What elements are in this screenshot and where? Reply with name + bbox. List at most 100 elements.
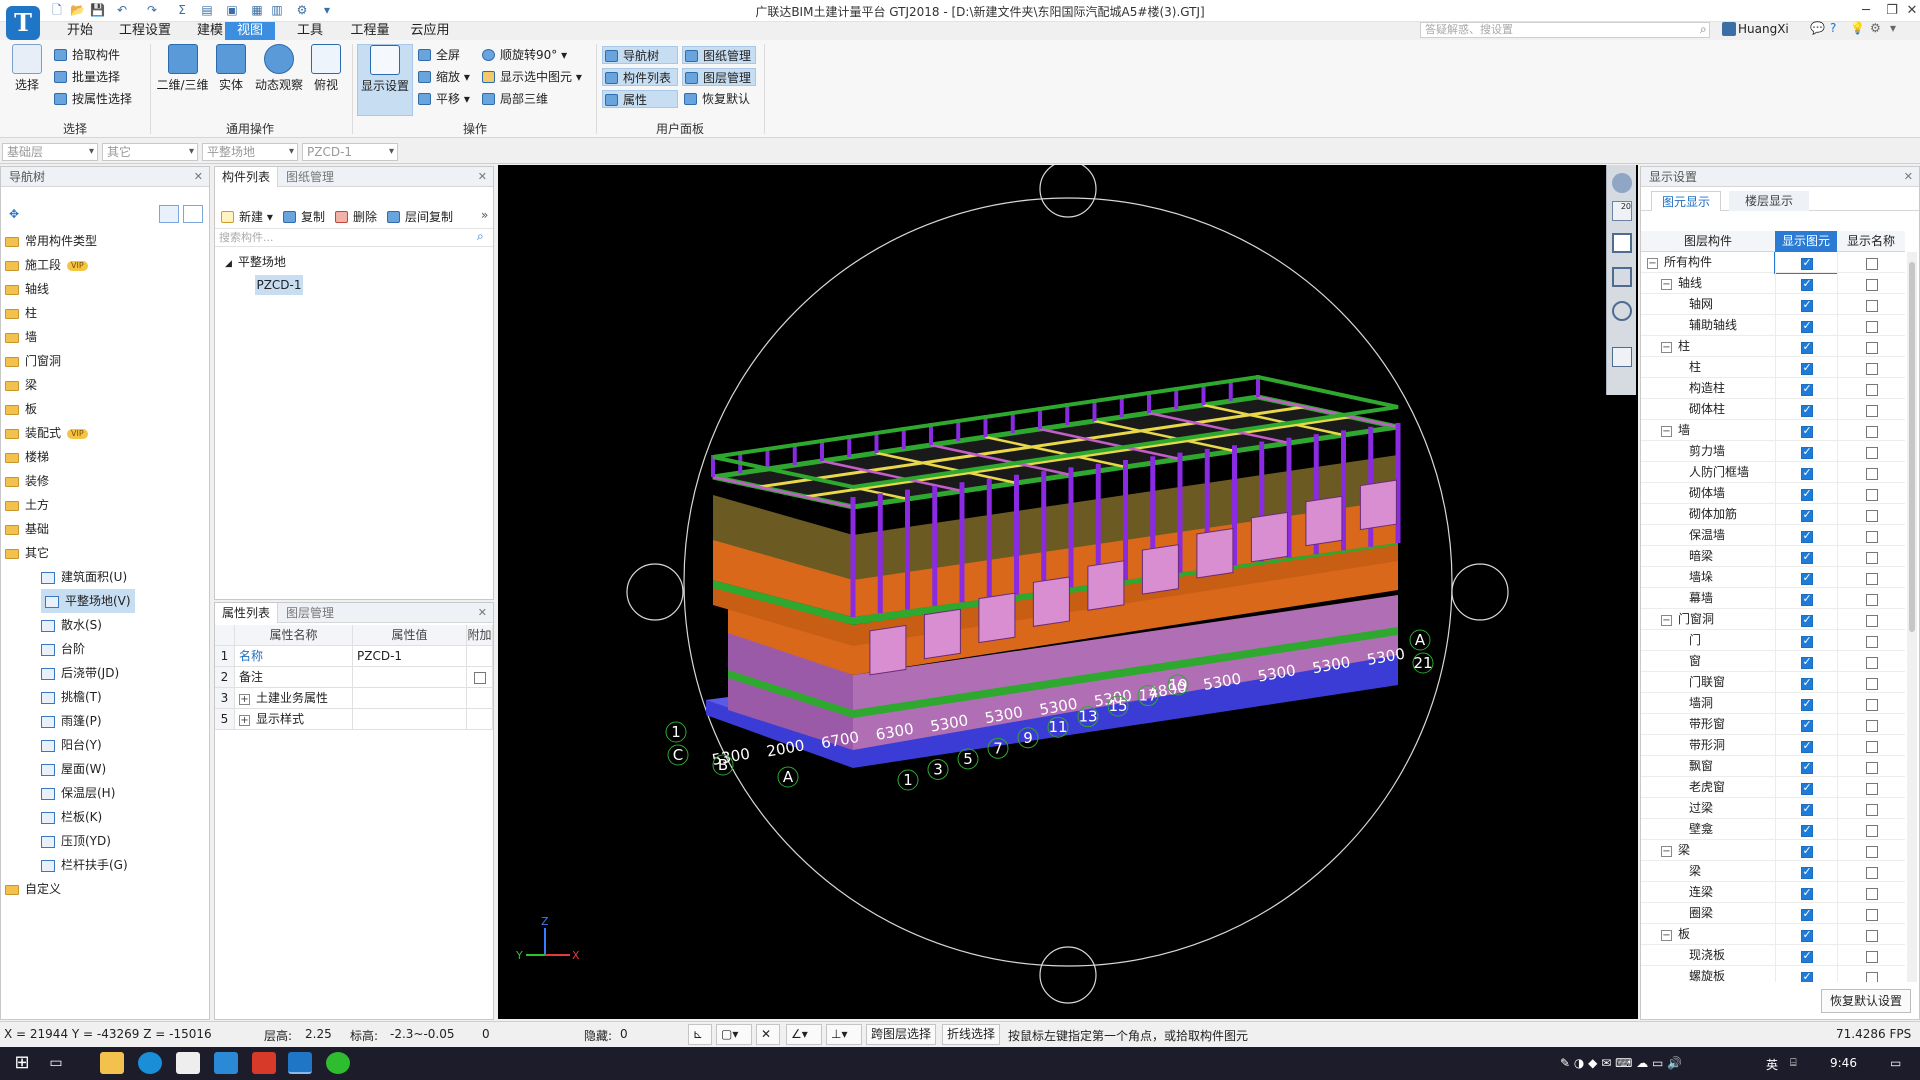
display-row[interactable]: 柱 bbox=[1641, 357, 1905, 378]
collapse-icon[interactable]: − bbox=[1661, 342, 1672, 353]
local-3d-button[interactable]: 局部三维 bbox=[480, 90, 548, 108]
show-element-checkbox[interactable] bbox=[1800, 340, 1813, 354]
file-explorer-icon[interactable] bbox=[100, 1052, 124, 1074]
collapse-icon[interactable]: − bbox=[1647, 258, 1658, 269]
show-element-checkbox[interactable] bbox=[1800, 802, 1813, 816]
nav-sub-item[interactable]: 平整场地(V) bbox=[41, 589, 135, 613]
show-element-checkbox[interactable] bbox=[1800, 424, 1813, 438]
show-element-checkbox[interactable] bbox=[1800, 613, 1813, 627]
tab-cloud[interactable]: 云应用 bbox=[400, 22, 460, 40]
display-row[interactable]: 砌体墙 bbox=[1641, 483, 1905, 504]
show-name-checkbox[interactable] bbox=[1865, 404, 1878, 417]
nav-item[interactable]: 轴线 bbox=[5, 277, 49, 301]
view-icon[interactable]: ▥ bbox=[270, 3, 284, 17]
show-element-checkbox[interactable] bbox=[1800, 907, 1813, 921]
display-row[interactable]: − 板 bbox=[1641, 924, 1905, 945]
close-button[interactable]: ✕ bbox=[1898, 1, 1920, 21]
nav-item[interactable]: 楼梯 bbox=[5, 445, 49, 469]
expand-icon[interactable]: + bbox=[239, 715, 250, 726]
show-element-checkbox[interactable] bbox=[1800, 403, 1813, 417]
nav-item[interactable]: 装配式 VIP bbox=[5, 421, 88, 445]
property-row[interactable]: 1 名称 PZCD-1 bbox=[215, 646, 493, 667]
search-icon[interactable]: ⌕ bbox=[1700, 22, 1707, 37]
nav-item[interactable]: 土方 bbox=[5, 493, 49, 517]
floor-copy-button[interactable]: 层间复制 bbox=[385, 208, 453, 226]
nav-sub-item[interactable]: 挑檐(T) bbox=[41, 685, 102, 709]
batch-select-button[interactable]: 批量选择 bbox=[52, 68, 120, 86]
show-name-checkbox[interactable] bbox=[1865, 299, 1878, 312]
display-row[interactable]: 轴网 bbox=[1641, 294, 1905, 315]
show-element-checkbox[interactable] bbox=[1800, 739, 1813, 753]
show-name-checkbox[interactable] bbox=[1865, 551, 1878, 564]
component-search-input[interactable]: 搜索构件... bbox=[215, 229, 493, 247]
display-row[interactable]: 飘窗 bbox=[1641, 756, 1905, 777]
show-element-checkbox[interactable] bbox=[1800, 718, 1813, 732]
nav-item[interactable]: 板 bbox=[5, 397, 37, 421]
offset-toggle-icon[interactable]: ⊥▾ bbox=[826, 1024, 862, 1045]
3d-viewport[interactable]: 5300 2000 6700 6300 5300 5300 5300 5300 4800 5300… bbox=[498, 165, 1638, 1019]
show-name-checkbox[interactable] bbox=[1865, 530, 1878, 543]
display-row[interactable]: 幕墙 bbox=[1641, 588, 1905, 609]
scrollbar-thumb[interactable] bbox=[1909, 262, 1915, 632]
property-value-cell[interactable] bbox=[353, 688, 467, 709]
extra-checkbox[interactable] bbox=[473, 671, 486, 684]
view-cube-icon[interactable] bbox=[1612, 233, 1632, 253]
nav-sub-item[interactable]: 屋面(W) bbox=[41, 757, 106, 781]
display-row[interactable]: 构造柱 bbox=[1641, 378, 1905, 399]
close-icon[interactable]: ✕ bbox=[478, 603, 487, 623]
pan-button[interactable]: 平移 ▾ bbox=[416, 90, 470, 108]
display-row[interactable]: − 门窗洞 bbox=[1641, 609, 1905, 630]
display-row[interactable]: 墙垛 bbox=[1641, 567, 1905, 588]
display-row[interactable]: 暗梁 bbox=[1641, 546, 1905, 567]
sum-icon[interactable]: Σ bbox=[175, 3, 189, 17]
show-element-checkbox[interactable] bbox=[1800, 298, 1813, 312]
windows-start-icon[interactable]: ⊞ bbox=[10, 1052, 34, 1074]
angle-toggle-icon[interactable]: ∠▾ bbox=[786, 1024, 822, 1045]
show-element-checkbox[interactable] bbox=[1800, 676, 1813, 690]
display-row[interactable]: 砌体加筋 bbox=[1641, 504, 1905, 525]
nav-item[interactable]: 门窗洞 bbox=[5, 349, 61, 373]
display-row[interactable]: − 墙 bbox=[1641, 420, 1905, 441]
display-row[interactable]: 带形窗 bbox=[1641, 714, 1905, 735]
pin-icon[interactable]: ✥ bbox=[9, 207, 19, 221]
tab-view[interactable]: 视图 bbox=[225, 22, 275, 40]
undo-icon[interactable]: ↶ bbox=[115, 3, 129, 17]
display-row[interactable]: 圈梁 bbox=[1641, 903, 1905, 924]
orbit-handle-left[interactable] bbox=[626, 563, 684, 621]
table-view-icon[interactable] bbox=[1612, 347, 1632, 367]
wps-icon[interactable] bbox=[252, 1052, 276, 1074]
help-icon[interactable]: ? bbox=[1830, 21, 1836, 35]
show-name-checkbox[interactable] bbox=[1865, 278, 1878, 291]
bulb-icon[interactable]: 💡 bbox=[1850, 21, 1865, 35]
show-element-checkbox[interactable] bbox=[1800, 319, 1813, 333]
nav-item[interactable]: 其它 bbox=[5, 541, 49, 565]
tab-properties[interactable]: 属性列表 bbox=[215, 603, 279, 623]
property-value-cell[interactable] bbox=[353, 667, 467, 688]
list-view-icon[interactable] bbox=[159, 205, 179, 223]
show-element-checkbox[interactable] bbox=[1800, 844, 1813, 858]
nav-sub-item[interactable]: 建筑面积(U) bbox=[41, 565, 127, 589]
tab-component-list[interactable]: 构件列表 bbox=[215, 167, 279, 187]
show-name-checkbox[interactable] bbox=[1865, 635, 1878, 648]
tree-node-root[interactable]: ◢ 平整场地 bbox=[225, 253, 286, 270]
minimize-button[interactable]: ─ bbox=[1852, 1, 1880, 21]
display-settings-button[interactable]: 显示设置 bbox=[357, 44, 413, 116]
select-button[interactable]: 选择 bbox=[8, 44, 46, 93]
display-row[interactable]: 墙洞 bbox=[1641, 693, 1905, 714]
display-row[interactable]: 门 bbox=[1641, 630, 1905, 651]
wechat-icon[interactable] bbox=[326, 1052, 350, 1074]
nav-sub-item[interactable]: 保温层(H) bbox=[41, 781, 115, 805]
layer-mgmt-button[interactable]: 图层管理 bbox=[682, 68, 756, 86]
nav-item-custom[interactable]: 自定义 bbox=[5, 877, 61, 901]
display-row[interactable]: 剪力墙 bbox=[1641, 441, 1905, 462]
customize-icon[interactable]: ▾ bbox=[320, 3, 334, 17]
show-element-checkbox[interactable] bbox=[1800, 466, 1813, 480]
show-name-checkbox[interactable] bbox=[1865, 782, 1878, 795]
more-icon[interactable]: ▾ bbox=[1890, 21, 1896, 35]
nav-sub-item[interactable]: 雨篷(P) bbox=[41, 709, 102, 733]
show-name-checkbox[interactable] bbox=[1865, 971, 1878, 982]
orbit-handle-top[interactable] bbox=[1039, 165, 1097, 218]
show-element-checkbox[interactable] bbox=[1800, 760, 1813, 774]
tab-project-settings[interactable]: 工程设置 bbox=[110, 22, 180, 40]
show-name-checkbox[interactable] bbox=[1865, 320, 1878, 333]
